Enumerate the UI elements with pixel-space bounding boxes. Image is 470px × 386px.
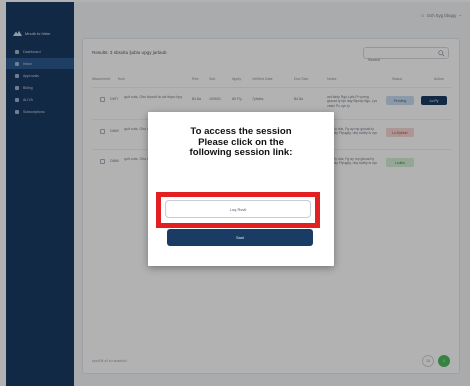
modal-overlay[interactable]: To access the session Please click on th…	[0, 0, 470, 386]
modal-line: To access the session	[190, 126, 292, 137]
modal-line: following session link:	[189, 147, 293, 159]
session-link-button[interactable]: Loq Rsvit	[165, 200, 311, 218]
modal-message: To access the session Please click on th…	[148, 126, 334, 159]
session-modal: To access the session Please click on th…	[148, 112, 334, 266]
primary-button[interactable]: Sanl	[167, 229, 313, 246]
